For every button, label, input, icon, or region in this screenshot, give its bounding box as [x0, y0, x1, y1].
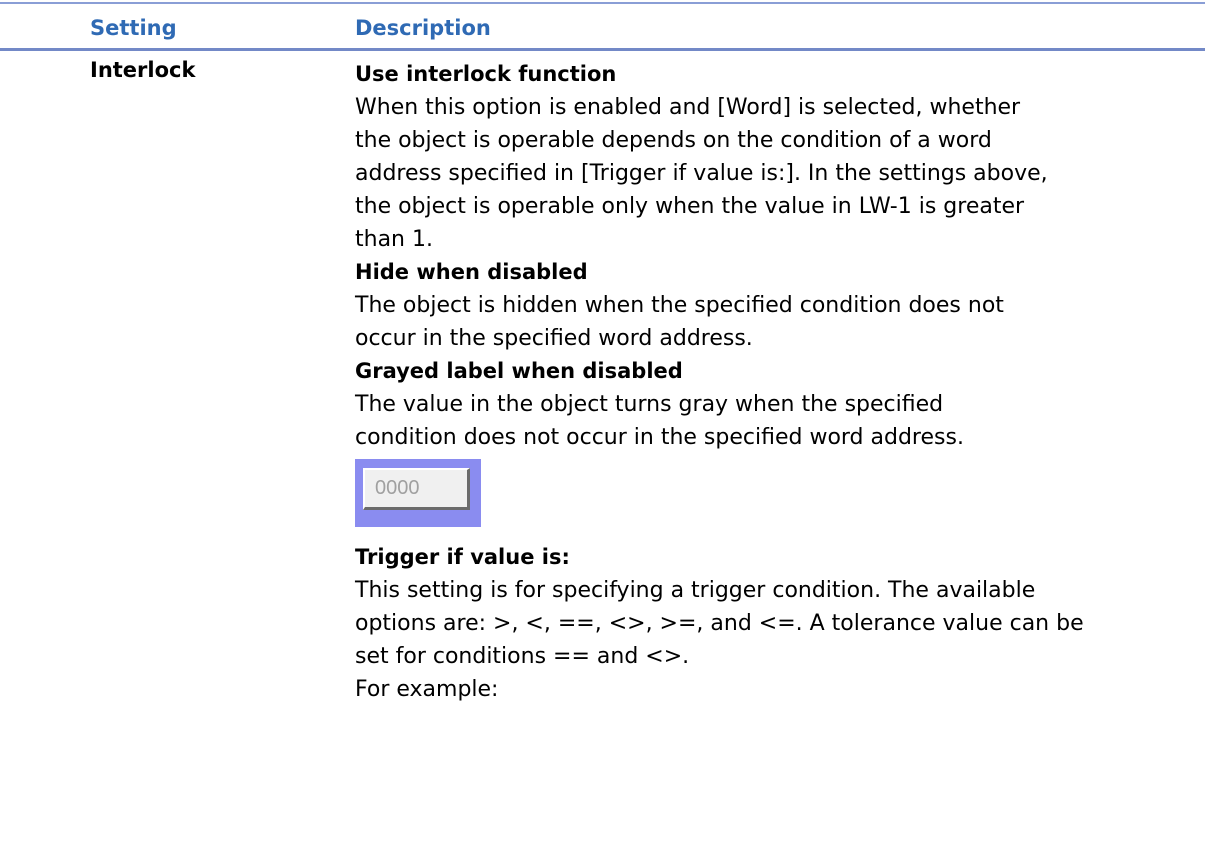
- item-text: When this option is enabled and [Word] i…: [355, 95, 1048, 252]
- item-use-interlock: Use interlock function When this option …: [355, 58, 1195, 256]
- item-title: Use interlock function: [355, 62, 617, 86]
- table-header: Setting Description: [0, 4, 1205, 48]
- header-setting: Setting: [90, 16, 177, 40]
- item-text: The object is hidden when the specified …: [355, 293, 1004, 351]
- item-text: This setting is for specifying a trigger…: [355, 578, 1084, 702]
- description-column: Use interlock function When this option …: [355, 58, 1195, 706]
- item-title: Hide when disabled: [355, 260, 588, 284]
- item-trigger-if-value: Trigger if value is: This setting is for…: [355, 541, 1195, 706]
- setting-name: Interlock: [90, 58, 196, 82]
- item-grayed-label: Grayed label when disabled The value in …: [355, 355, 1195, 454]
- item-title: Trigger if value is:: [355, 545, 570, 569]
- document-page: Setting Description Interlock Use interl…: [0, 0, 1205, 868]
- grayed-object-example: 0000: [355, 459, 481, 527]
- item-title: Grayed label when disabled: [355, 359, 683, 383]
- grayed-value-display: 0000: [363, 468, 470, 510]
- item-hide-when-disabled: Hide when disabled The object is hidden …: [355, 256, 1195, 355]
- header-rule: [0, 48, 1205, 51]
- item-text: The value in the object turns gray when …: [355, 392, 964, 450]
- header-description: Description: [355, 16, 491, 40]
